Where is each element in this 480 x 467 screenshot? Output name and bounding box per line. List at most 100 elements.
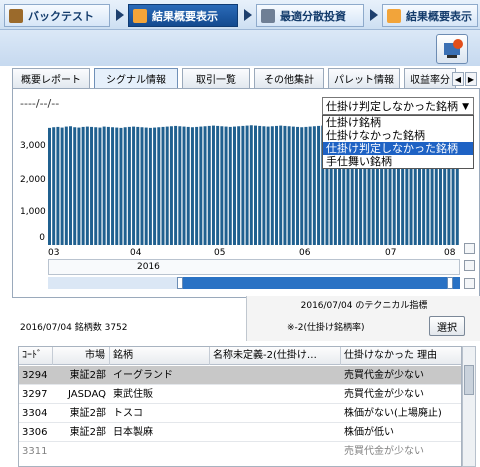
col-code[interactable]: ｺｰﾄﾞ [19, 347, 53, 365]
x-tick-07: 07 [385, 248, 397, 258]
bar [102, 126, 106, 245]
menu-item-entered[interactable]: 仕掛け銘柄 [323, 116, 473, 129]
table-row[interactable]: 3304 東証2部 トスコ 株価がない(上場廃止) [19, 404, 461, 423]
bar [228, 126, 232, 245]
bag-icon [9, 8, 23, 23]
bar [291, 126, 295, 245]
bar [199, 126, 203, 245]
tabs-prev-button[interactable]: ◀ [452, 72, 464, 86]
select-value: 仕掛け判定しなかった銘柄 [326, 100, 458, 113]
tabs-next-button[interactable]: ▶ [465, 72, 477, 86]
y-tick-3000: 3,000 [20, 141, 46, 151]
col-unnamed[interactable]: 名称未定義-2(仕掛け… [210, 347, 341, 365]
tab-return-rate[interactable]: 収益率分 [404, 68, 456, 88]
bar [111, 127, 115, 245]
year-axis: 2016 [48, 259, 460, 275]
stock-table: ｺｰﾄﾞ 市場 銘柄 名称未定義-2(仕掛け… 仕掛けなかった 理由 3294 … [18, 346, 462, 467]
scroll-track [48, 277, 178, 289]
tab-result-summary-2[interactable]: 結果概要表示 [382, 4, 478, 27]
tab-label: バックテスト [28, 9, 94, 23]
tab-optimal-portfolio[interactable]: 最適分散投資 [256, 4, 364, 27]
bar [73, 127, 77, 245]
arrow-icon [370, 9, 378, 21]
bar [77, 127, 81, 245]
bar [266, 126, 270, 245]
bar [153, 127, 157, 245]
bar [136, 126, 140, 245]
table-row[interactable]: 3311 売買代金が少ない [19, 442, 461, 466]
bar [60, 127, 64, 245]
bar [186, 126, 190, 245]
tab-summary-report[interactable]: 概要レポート [12, 68, 90, 88]
table-row[interactable]: 3306 東証2部 日本製麻 株価が低い [19, 423, 461, 442]
bar [207, 125, 211, 245]
chart-icon [387, 8, 401, 23]
date-count-label: 2016/07/04 銘柄数 3752 [20, 323, 128, 333]
bar [94, 127, 98, 245]
bar [245, 125, 249, 245]
bar [64, 126, 68, 245]
menu-item-exit[interactable]: 手仕舞い銘柄 [323, 155, 473, 168]
bar [270, 126, 274, 245]
option-checkbox-1[interactable] [464, 243, 475, 254]
option-checkbox-3[interactable] [464, 278, 475, 289]
table-scrollbar[interactable] [462, 346, 476, 467]
header-band [0, 30, 480, 66]
table-scroll-thumb[interactable] [464, 365, 474, 395]
col-reason[interactable]: 仕掛けなかった 理由 [341, 347, 461, 365]
table-header: ｺｰﾄﾞ 市場 銘柄 名称未定義-2(仕掛け… 仕掛けなかった 理由 [19, 347, 461, 365]
tab-result-summary[interactable]: 結果概要表示 [128, 4, 238, 27]
col-name[interactable]: 銘柄 [110, 347, 210, 365]
chart-icon [133, 8, 147, 23]
bar [144, 127, 148, 245]
tab-backtest[interactable]: バックテスト [4, 4, 110, 27]
option-checkbox-2[interactable] [464, 260, 475, 271]
table-row[interactable]: 3294 東証2部 イーグランド 売買代金が少ない [19, 366, 461, 385]
bar [98, 127, 102, 245]
tab-pallet-info[interactable]: パレット情報 [328, 68, 400, 88]
tab-trade-list[interactable]: 取引一覧 [182, 68, 250, 88]
bar [300, 127, 304, 245]
bar [287, 126, 291, 245]
bar [119, 127, 123, 245]
x-tick-03: 03 [48, 248, 60, 258]
bar [182, 126, 186, 245]
bar [304, 126, 308, 245]
range-handle-right[interactable] [447, 277, 453, 289]
select-button[interactable]: 選択 [429, 316, 465, 336]
signal-type-menu: 仕掛け銘柄 仕掛けなかった銘柄 仕掛け判定しなかった銘柄 手仕舞い銘柄 [322, 115, 474, 169]
x-tick-04: 04 [130, 248, 142, 258]
bar [169, 126, 173, 245]
tab-other-stats[interactable]: その他集計 [254, 68, 324, 88]
range-handle-left[interactable] [177, 277, 183, 289]
arrow-icon [116, 9, 124, 21]
x-tick-05: 05 [214, 248, 226, 258]
bar [127, 126, 131, 245]
grid-icon [261, 8, 275, 23]
tab-signal-info[interactable]: シグナル情報 [94, 68, 178, 88]
bar [161, 126, 165, 245]
chevron-down-icon: ▼ [462, 102, 469, 112]
bar [90, 126, 94, 245]
tab-label: 最適分散投資 [280, 9, 346, 23]
bar [190, 127, 194, 245]
table-row[interactable]: 3297 JASDAQ 東武住販 売買代金が少ない [19, 385, 461, 404]
tools-icon [444, 39, 463, 58]
bar [178, 126, 182, 245]
bar [216, 125, 220, 245]
chart-date: ----/--/-- [20, 97, 60, 110]
bar [283, 125, 287, 245]
technical-name: ※-2(仕掛け銘柄率) [287, 323, 365, 333]
bar [254, 125, 257, 245]
col-market[interactable]: 市場 [53, 347, 110, 365]
bar [115, 127, 119, 245]
signal-type-select[interactable]: 仕掛け判定しなかった銘柄 ▼ [322, 97, 474, 115]
export-button[interactable] [436, 34, 468, 64]
bar [195, 126, 199, 245]
menu-item-not-judged[interactable]: 仕掛け判定しなかった銘柄 [323, 142, 473, 155]
bar [174, 125, 178, 245]
bar [232, 126, 236, 245]
bar [165, 126, 169, 245]
menu-item-not-entered[interactable]: 仕掛けなかった銘柄 [323, 129, 473, 142]
bar [85, 126, 89, 245]
